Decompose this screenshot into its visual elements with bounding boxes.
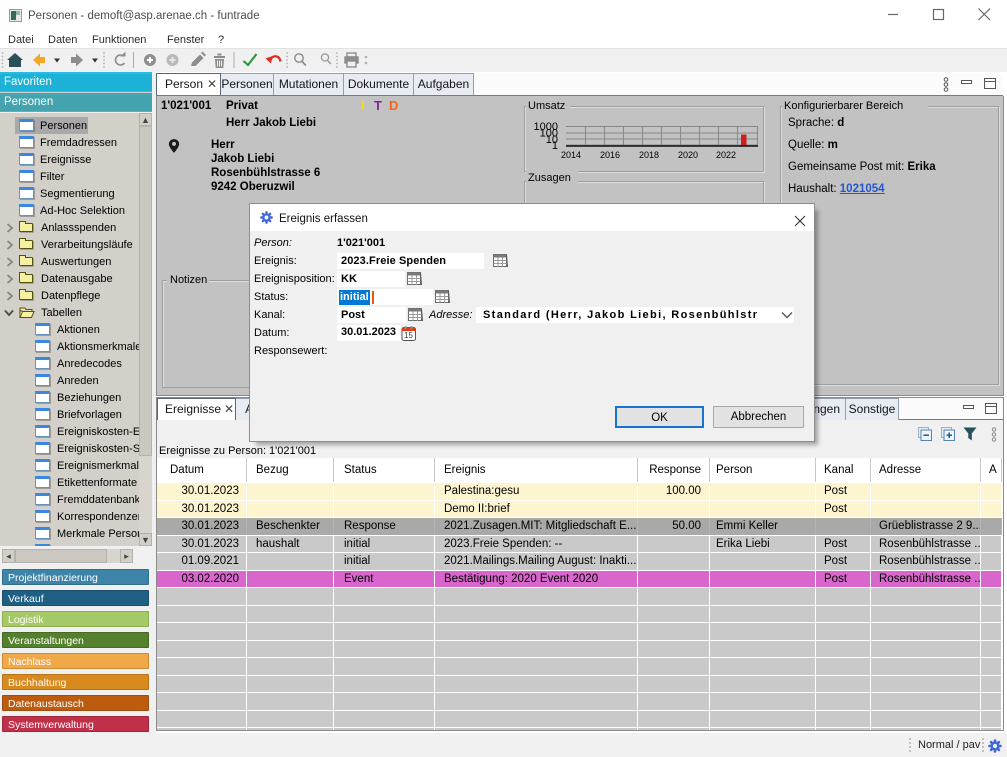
svg-text:1: 1 [552, 140, 558, 152]
svg-text:2020: 2020 [678, 150, 698, 160]
svg-text:15: 15 [404, 331, 413, 340]
svg-text:2022: 2022 [716, 150, 736, 160]
svg-text:2014: 2014 [561, 150, 581, 160]
svg-text:2016: 2016 [600, 150, 620, 160]
svg-text:2018: 2018 [639, 150, 659, 160]
